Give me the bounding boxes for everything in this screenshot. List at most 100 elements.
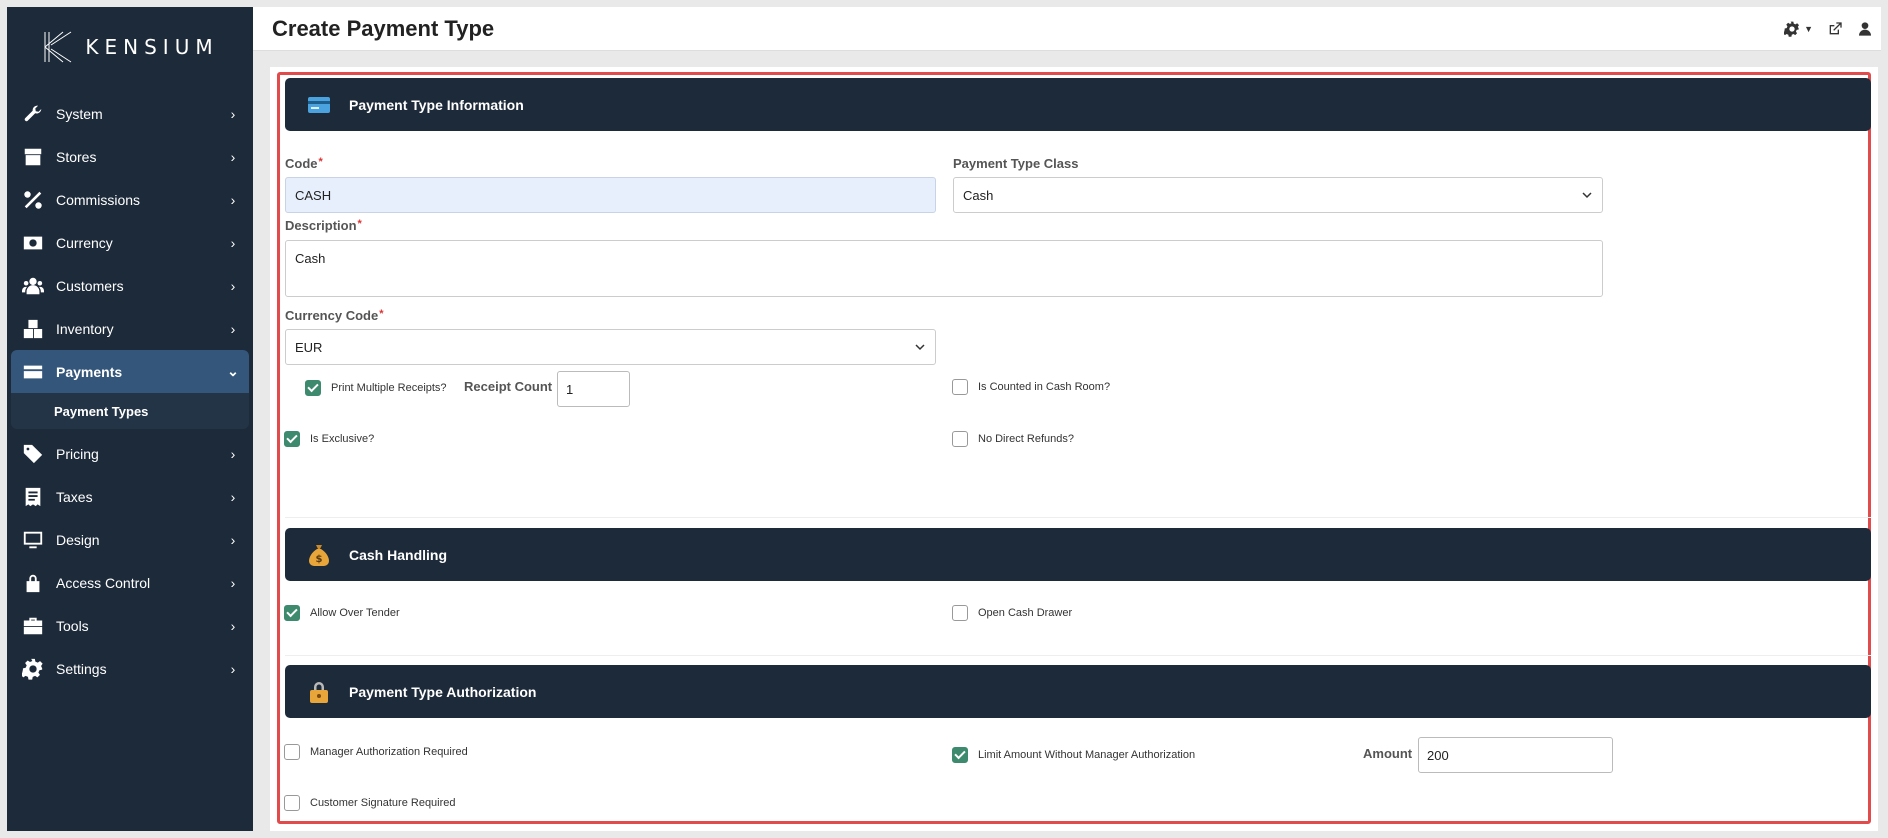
- sidebar: KENSIUM System › Stores › Commissions › …: [7, 7, 253, 831]
- no-direct-refunds-checkbox[interactable]: No Direct Refunds?: [952, 431, 1074, 447]
- sidebar-item-settings[interactable]: Settings ›: [7, 647, 253, 690]
- chevron-right-icon: ›: [230, 148, 236, 165]
- required-marker: *: [379, 308, 384, 320]
- print-multiple-receipts-checkbox[interactable]: Print Multiple Receipts?: [305, 380, 447, 396]
- chevron-down-icon: [1582, 192, 1592, 199]
- money-bag-icon: $: [307, 543, 331, 567]
- settings-gear-icon[interactable]: [1784, 21, 1800, 37]
- main-content: Payment Type Information Code* CASH Paym…: [270, 67, 1878, 831]
- sidebar-item-pricing[interactable]: Pricing ›: [7, 432, 253, 475]
- chevron-right-icon: ›: [230, 105, 236, 122]
- sidebar-item-payments[interactable]: Payments ⌄: [11, 350, 249, 393]
- amount-value: 200: [1427, 747, 1449, 763]
- brand-logo[interactable]: KENSIUM: [7, 7, 253, 87]
- allow-over-tender-checkbox[interactable]: Allow Over Tender: [284, 605, 400, 621]
- top-bar: Create Payment Type ▼: [253, 7, 1881, 51]
- receipt-icon: [21, 485, 45, 509]
- sidebar-item-access-control[interactable]: Access Control ›: [7, 561, 253, 604]
- sidebar-item-label: Inventory: [56, 320, 114, 337]
- chevron-right-icon: ›: [230, 191, 236, 208]
- open-cash-drawer-checkbox[interactable]: Open Cash Drawer: [952, 605, 1072, 621]
- chevron-right-icon: ›: [230, 617, 236, 634]
- checkbox-unchecked[interactable]: [284, 795, 300, 811]
- sidebar-item-currency[interactable]: Currency ›: [7, 221, 253, 264]
- caret-down-icon[interactable]: ▼: [1804, 24, 1813, 34]
- chevron-right-icon: ›: [230, 574, 236, 591]
- code-input[interactable]: CASH: [285, 177, 936, 213]
- boxes-icon: [21, 317, 45, 341]
- is-exclusive-checkbox[interactable]: Is Exclusive?: [284, 431, 374, 447]
- customer-signature-required-checkbox[interactable]: Customer Signature Required: [284, 795, 456, 811]
- section-divider: [285, 517, 1871, 518]
- section-title: Cash Handling: [349, 546, 448, 563]
- payment-type-class-value: Cash: [963, 187, 994, 203]
- checkbox-checked[interactable]: [305, 380, 321, 396]
- sidebar-item-label: Access Control: [56, 574, 151, 591]
- users-icon: [21, 274, 45, 298]
- checkbox-label: Manager Authorization Required: [310, 746, 468, 758]
- sidebar-item-taxes[interactable]: Taxes ›: [7, 475, 253, 518]
- tags-icon: [21, 442, 45, 466]
- chevron-right-icon: ›: [230, 660, 236, 677]
- payment-type-class-label: Payment Type Class: [953, 156, 1079, 171]
- checkbox-label: Allow Over Tender: [310, 607, 400, 619]
- checkbox-label: Customer Signature Required: [310, 797, 456, 809]
- manager-authorization-required-checkbox[interactable]: Manager Authorization Required: [284, 744, 468, 760]
- code-label-text: Code: [285, 156, 318, 171]
- section-title: Payment Type Authorization: [349, 683, 537, 700]
- sidebar-item-stores[interactable]: Stores ›: [7, 135, 253, 178]
- external-link-icon[interactable]: [1827, 21, 1843, 37]
- chevron-down-icon: [915, 344, 925, 351]
- checkbox-checked[interactable]: [284, 605, 300, 621]
- checkbox-checked[interactable]: [952, 747, 968, 763]
- section-header-cash-handling: $ Cash Handling: [285, 528, 1871, 581]
- sidebar-item-tools[interactable]: Tools ›: [7, 604, 253, 647]
- amount-input[interactable]: 200: [1418, 737, 1613, 773]
- checkbox-label: Limit Amount Without Manager Authorizati…: [978, 749, 1196, 761]
- receipt-count-label: Receipt Count: [464, 379, 553, 394]
- sidebar-item-customers[interactable]: Customers ›: [7, 264, 253, 307]
- limit-amount-without-manager-authorization-checkbox[interactable]: Limit Amount Without Manager Authorizati…: [952, 747, 1195, 763]
- checkbox-unchecked[interactable]: [952, 605, 968, 621]
- chevron-right-icon: ›: [230, 277, 236, 294]
- required-marker: *: [357, 218, 362, 230]
- checkbox-unchecked[interactable]: [952, 431, 968, 447]
- chevron-right-icon: ›: [230, 320, 236, 337]
- sidebar-item-commissions[interactable]: Commissions ›: [7, 178, 253, 221]
- wrench-icon: [21, 102, 45, 126]
- sidebar-item-label: Commissions: [56, 191, 141, 208]
- receipt-count-input[interactable]: 1: [557, 371, 630, 407]
- sidebar-item-label: Customers: [56, 277, 124, 294]
- payment-type-class-select[interactable]: Cash: [953, 177, 1603, 213]
- checkbox-unchecked[interactable]: [952, 379, 968, 395]
- checkbox-label: Is Exclusive?: [310, 433, 375, 445]
- padlock-icon: [307, 680, 331, 704]
- kensium-logo-icon: [44, 31, 72, 63]
- sidebar-item-inventory[interactable]: Inventory ›: [7, 307, 253, 350]
- chevron-down-icon: ⌄: [227, 363, 239, 379]
- sidebar-subitem-label: Payment Types: [54, 403, 149, 419]
- checkbox-label: No Direct Refunds?: [978, 433, 1074, 445]
- sidebar-item-label: System: [56, 105, 103, 122]
- amount-label: Amount: [1363, 746, 1413, 761]
- chevron-right-icon: ›: [230, 531, 236, 548]
- is-counted-in-cash-room-checkbox[interactable]: Is Counted in Cash Room?: [952, 379, 1110, 395]
- page-title: Create Payment Type: [272, 15, 495, 41]
- section-header-payment-type-authorization: Payment Type Authorization: [285, 665, 1871, 718]
- section-divider: [285, 655, 1871, 656]
- description-textarea[interactable]: Cash: [285, 240, 1603, 297]
- store-icon: [21, 145, 45, 169]
- sidebar-item-label: Design: [56, 531, 100, 548]
- code-label: Code*: [285, 156, 323, 171]
- sidebar-item-system[interactable]: System ›: [7, 92, 253, 135]
- checkbox-unchecked[interactable]: [284, 744, 300, 760]
- sidebar-item-design[interactable]: Design ›: [7, 518, 253, 561]
- sidebar-subitem-payment-types[interactable]: Payment Types: [11, 393, 249, 429]
- user-icon[interactable]: [1857, 21, 1873, 37]
- sidebar-nav: System › Stores › Commissions › Currency…: [7, 92, 253, 690]
- required-marker: *: [318, 156, 323, 168]
- description-value: Cash: [295, 251, 326, 266]
- checkbox-checked[interactable]: [284, 431, 300, 447]
- currency-code-select[interactable]: EUR: [285, 329, 936, 365]
- gear-icon: [21, 657, 45, 681]
